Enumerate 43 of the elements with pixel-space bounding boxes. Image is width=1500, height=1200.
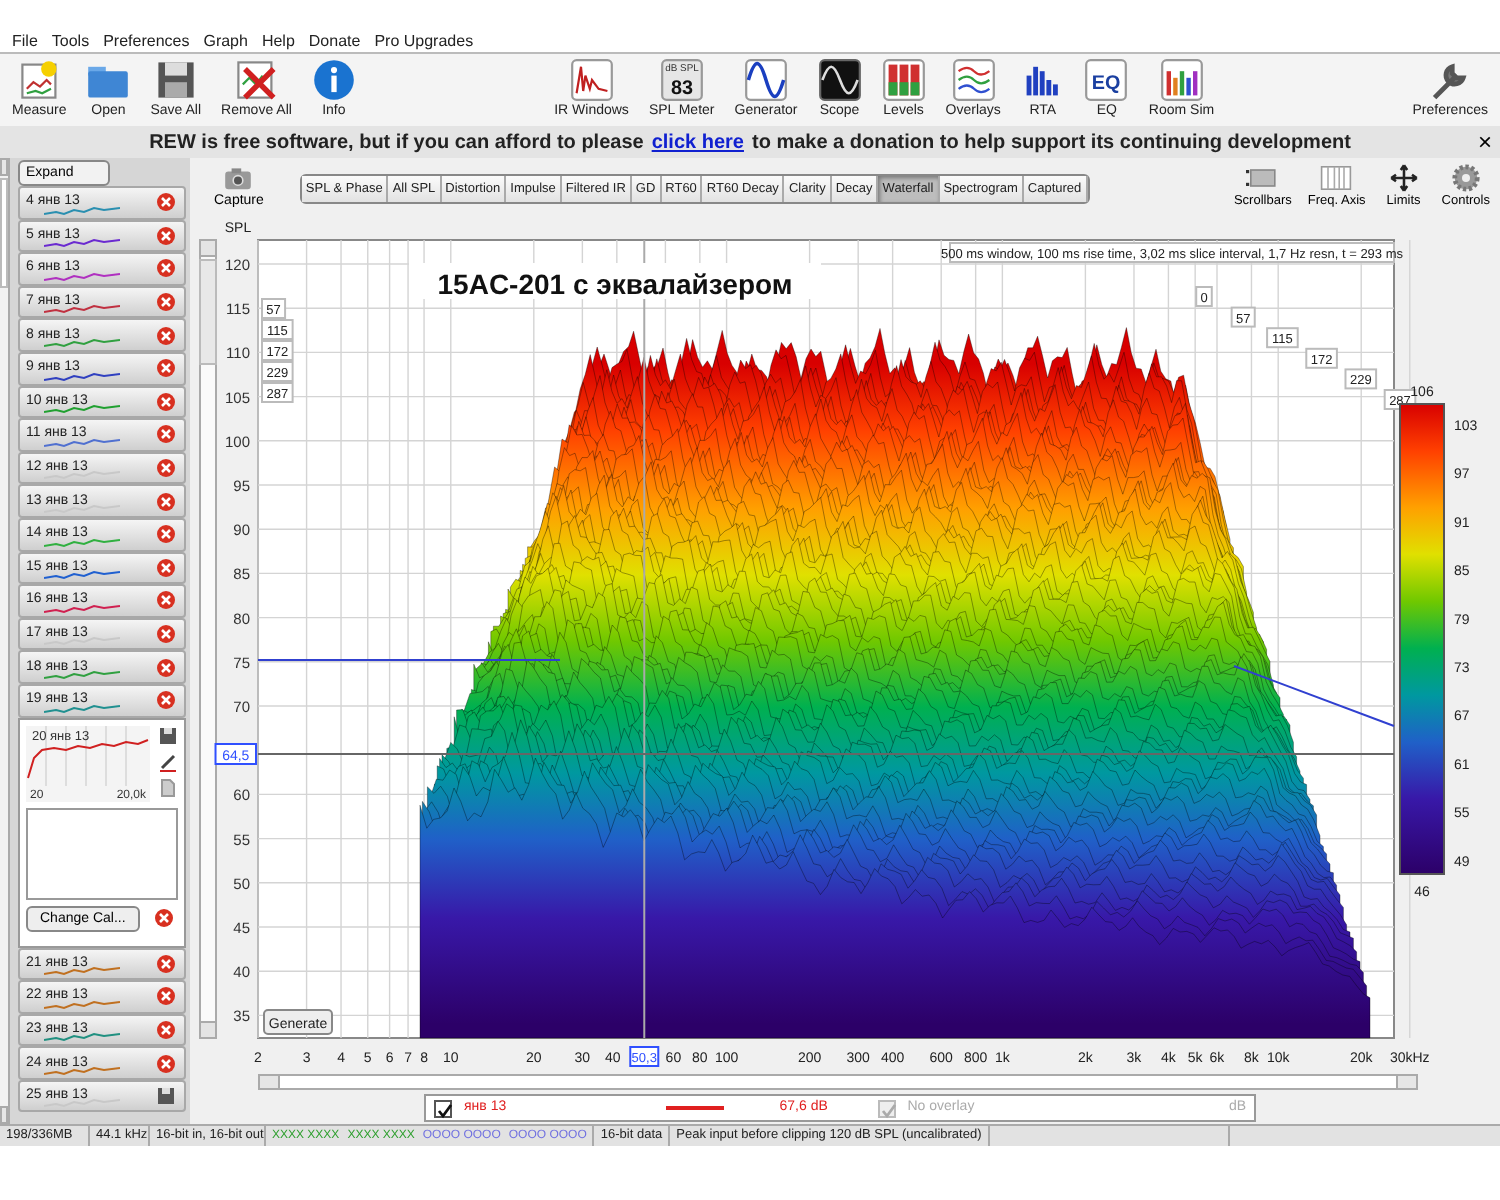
close-button[interactable]: × — [1477, 126, 1492, 158]
delete-icon[interactable] — [156, 953, 176, 974]
delete-icon[interactable] — [156, 524, 176, 545]
delete-icon[interactable] — [156, 491, 176, 512]
menu-item[interactable]: Help — [261, 28, 295, 52]
menu-item[interactable]: File — [12, 28, 38, 52]
vertical-scrollbar[interactable] — [199, 239, 217, 1039]
delete-icon[interactable] — [156, 657, 176, 678]
delete-icon[interactable] — [156, 590, 176, 611]
pen-icon[interactable] — [158, 751, 178, 771]
delete-icon[interactable] — [156, 458, 176, 479]
delete-icon[interactable] — [156, 690, 176, 711]
menu-item[interactable]: Donate — [308, 28, 361, 52]
chart-title: 15AC-201 с эквалайзером — [409, 263, 821, 300]
donate-link[interactable]: click here — [651, 127, 744, 157]
eq-label: EQ — [1092, 72, 1122, 95]
horizontal-scrollbar[interactable] — [258, 1074, 1418, 1090]
banner-text: REW is free software, but if you can afford to please — [149, 129, 644, 157]
delete-icon[interactable] — [156, 424, 176, 445]
menu-item[interactable]: Preferences — [103, 28, 190, 52]
delete-icon[interactable] — [156, 391, 176, 412]
delete-icon[interactable] — [156, 192, 176, 213]
legend-line — [665, 1106, 724, 1110]
menu-item[interactable]: Graph — [203, 28, 248, 52]
meter-reading: 83 — [670, 78, 693, 101]
sidebar-scrollbar[interactable] — [0, 158, 10, 1124]
delete-icon[interactable] — [156, 624, 176, 645]
menu-item[interactable]: Tools — [51, 28, 90, 52]
delete-icon[interactable] — [156, 225, 176, 246]
delete-icon[interactable] — [154, 908, 174, 928]
oscilloscope-icon — [817, 58, 862, 102]
banner-text: to make a donation to help support its continuing development — [751, 129, 1351, 157]
delete-icon[interactable] — [156, 986, 176, 1007]
delete-icon[interactable] — [156, 258, 176, 279]
delete-icon[interactable] — [156, 325, 176, 346]
delete-icon[interactable] — [156, 1053, 176, 1074]
delete-icon[interactable] — [156, 557, 176, 578]
delete-icon[interactable] — [156, 292, 176, 313]
menu-item[interactable]: Pro Upgrades — [374, 28, 474, 52]
delete-icon[interactable] — [156, 1019, 176, 1040]
notes-field[interactable] — [26, 807, 178, 899]
delete-icon[interactable] — [156, 358, 176, 379]
checkbox[interactable] — [434, 1099, 452, 1117]
